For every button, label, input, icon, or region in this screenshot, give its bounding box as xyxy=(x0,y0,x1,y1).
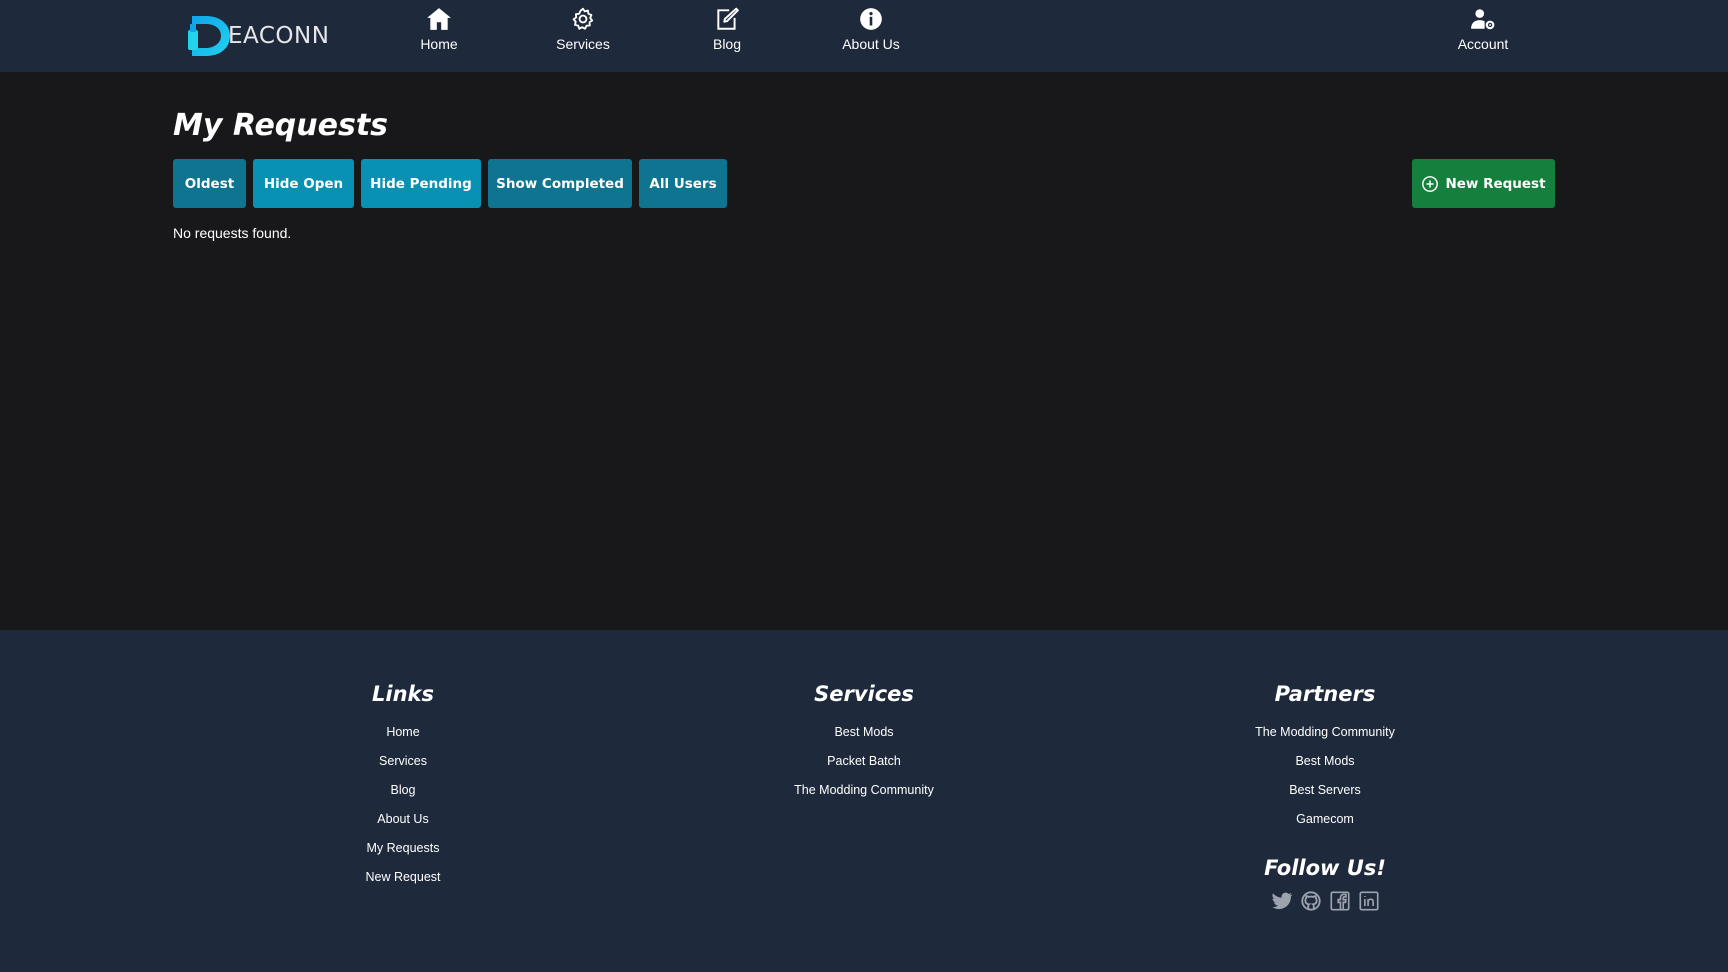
footer-follow-heading: Follow Us! xyxy=(1264,856,1386,880)
nav-account[interactable]: Account xyxy=(1428,6,1538,66)
footer-partners-column: Partners The Modding Community Best Mods… xyxy=(1165,682,1485,912)
footer-links-column: Links Home Services Blog About Us My Req… xyxy=(243,682,563,892)
nav-services[interactable]: Services xyxy=(528,6,638,66)
footer-partner-best-mods[interactable]: Best Mods xyxy=(1295,747,1354,776)
logo-text: EACONN xyxy=(228,23,330,49)
filter-show-completed-button[interactable]: Show Completed xyxy=(488,159,632,208)
gear-icon xyxy=(572,7,594,30)
new-request-button[interactable]: New Request xyxy=(1412,159,1555,208)
home-icon xyxy=(427,8,451,30)
footer-service-modding-community[interactable]: The Modding Community xyxy=(794,776,934,805)
footer-service-best-mods[interactable]: Best Mods xyxy=(834,718,893,747)
new-request-label: New Request xyxy=(1445,175,1546,192)
footer-services-column: Services Best Mods Packet Batch The Modd… xyxy=(704,682,1024,805)
filter-all-users-button[interactable]: All Users xyxy=(639,159,727,208)
social-icons xyxy=(1271,890,1380,912)
footer-service-packet-batch[interactable]: Packet Batch xyxy=(827,747,901,776)
footer-links-heading: Links xyxy=(372,682,434,706)
user-gear-icon xyxy=(1471,9,1495,30)
info-icon xyxy=(860,8,882,30)
nav-account-label: Account xyxy=(1457,36,1509,52)
footer-services-heading: Services xyxy=(814,682,914,706)
footer-partner-gamecom[interactable]: Gamecom xyxy=(1296,805,1354,834)
footer-partners-heading: Partners xyxy=(1274,682,1376,706)
site-footer: Links Home Services Blog About Us My Req… xyxy=(0,630,1728,972)
brand-logo[interactable]: EACONN xyxy=(184,12,329,60)
empty-state-message: No requests found. xyxy=(173,225,292,241)
nav-home-label: Home xyxy=(420,36,458,52)
nav-blog[interactable]: Blog xyxy=(672,6,782,66)
nav-about[interactable]: About Us xyxy=(816,6,926,66)
nav-home[interactable]: Home xyxy=(384,6,494,66)
filter-oldest-button[interactable]: Oldest xyxy=(173,159,246,208)
footer-link-new-request[interactable]: New Request xyxy=(365,863,440,892)
edit-icon xyxy=(717,7,739,30)
plus-circle-icon xyxy=(1422,175,1439,192)
footer-link-home[interactable]: Home xyxy=(386,718,419,747)
top-navbar: EACONN Home Services Blog About Us Accou… xyxy=(0,0,1728,72)
github-icon[interactable] xyxy=(1300,890,1322,912)
nav-services-label: Services xyxy=(556,36,610,52)
filter-hide-open-button[interactable]: Hide Open xyxy=(253,159,354,208)
page-title: My Requests xyxy=(173,108,389,143)
footer-link-blog[interactable]: Blog xyxy=(390,776,415,805)
footer-link-my-requests[interactable]: My Requests xyxy=(367,834,440,863)
filter-hide-pending-button[interactable]: Hide Pending xyxy=(361,159,481,208)
footer-link-services[interactable]: Services xyxy=(379,747,427,776)
footer-partner-best-servers[interactable]: Best Servers xyxy=(1289,776,1361,805)
footer-partner-modding-community[interactable]: The Modding Community xyxy=(1255,718,1395,747)
linkedin-icon[interactable] xyxy=(1358,890,1380,912)
facebook-icon[interactable] xyxy=(1329,890,1351,912)
twitter-icon[interactable] xyxy=(1271,890,1293,912)
nav-blog-label: Blog xyxy=(712,36,742,52)
nav-about-label: About Us xyxy=(842,36,900,52)
logo-d-icon xyxy=(188,16,230,56)
footer-link-about[interactable]: About Us xyxy=(377,805,428,834)
